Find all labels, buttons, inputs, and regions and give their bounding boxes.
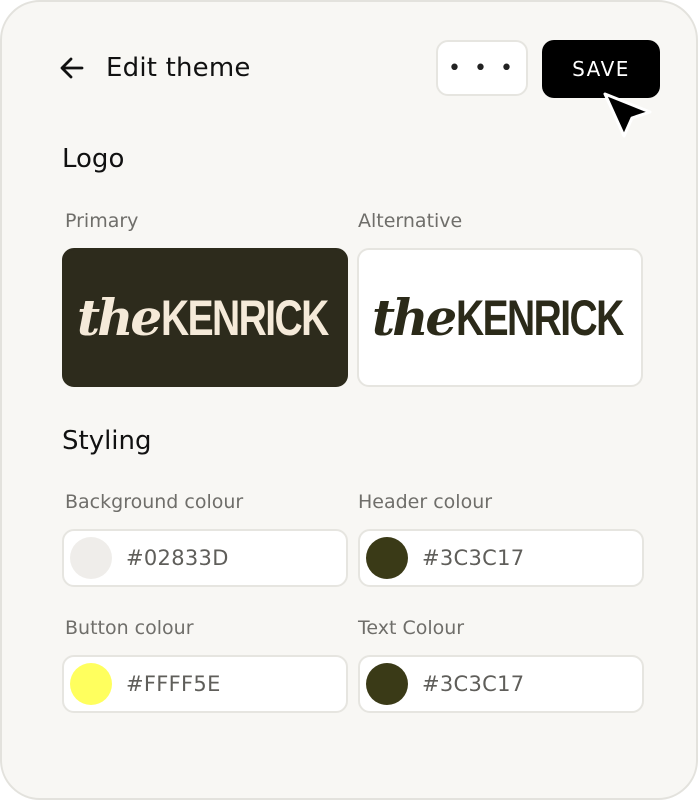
- background-colour-swatch[interactable]: [70, 537, 112, 579]
- primary-logo-label: Primary: [65, 210, 139, 232]
- button-colour-field[interactable]: #FFFF5E: [62, 655, 348, 713]
- back-arrow-icon[interactable]: [58, 54, 86, 82]
- text-colour-swatch[interactable]: [366, 663, 408, 705]
- mouse-pointer-icon: [603, 92, 652, 138]
- button-colour-swatch[interactable]: [70, 663, 112, 705]
- header-colour-field[interactable]: #3C3C17: [358, 529, 644, 587]
- logo-section-title: Logo: [62, 144, 125, 174]
- text-colour-value[interactable]: #3C3C17: [422, 672, 524, 696]
- edit-theme-panel: Edit theme • • • SAVE Logo Primary Alter…: [0, 0, 698, 800]
- background-colour-field[interactable]: #02833D: [62, 529, 348, 587]
- alternative-logo: the KENRICK: [371, 287, 625, 347]
- primary-logo-card[interactable]: the KENRICK: [62, 248, 348, 387]
- background-colour-label: Background colour: [65, 491, 244, 513]
- header-colour-swatch[interactable]: [366, 537, 408, 579]
- styling-section-title: Styling: [62, 426, 152, 456]
- text-colour-label: Text Colour: [358, 617, 465, 639]
- alternative-logo-card[interactable]: the KENRICK: [357, 248, 643, 387]
- page-title: Edit theme: [106, 53, 251, 83]
- primary-logo: the KENRICK: [76, 287, 330, 347]
- button-colour-label: Button colour: [65, 617, 194, 639]
- more-options-button[interactable]: • • •: [436, 40, 528, 96]
- button-colour-value[interactable]: #FFFF5E: [126, 672, 221, 696]
- header: Edit theme: [58, 46, 251, 90]
- header-colour-value[interactable]: #3C3C17: [422, 546, 524, 570]
- text-colour-field[interactable]: #3C3C17: [358, 655, 644, 713]
- header-colour-label: Header colour: [358, 491, 493, 513]
- alternative-logo-label: Alternative: [358, 210, 463, 232]
- background-colour-value[interactable]: #02833D: [126, 546, 229, 570]
